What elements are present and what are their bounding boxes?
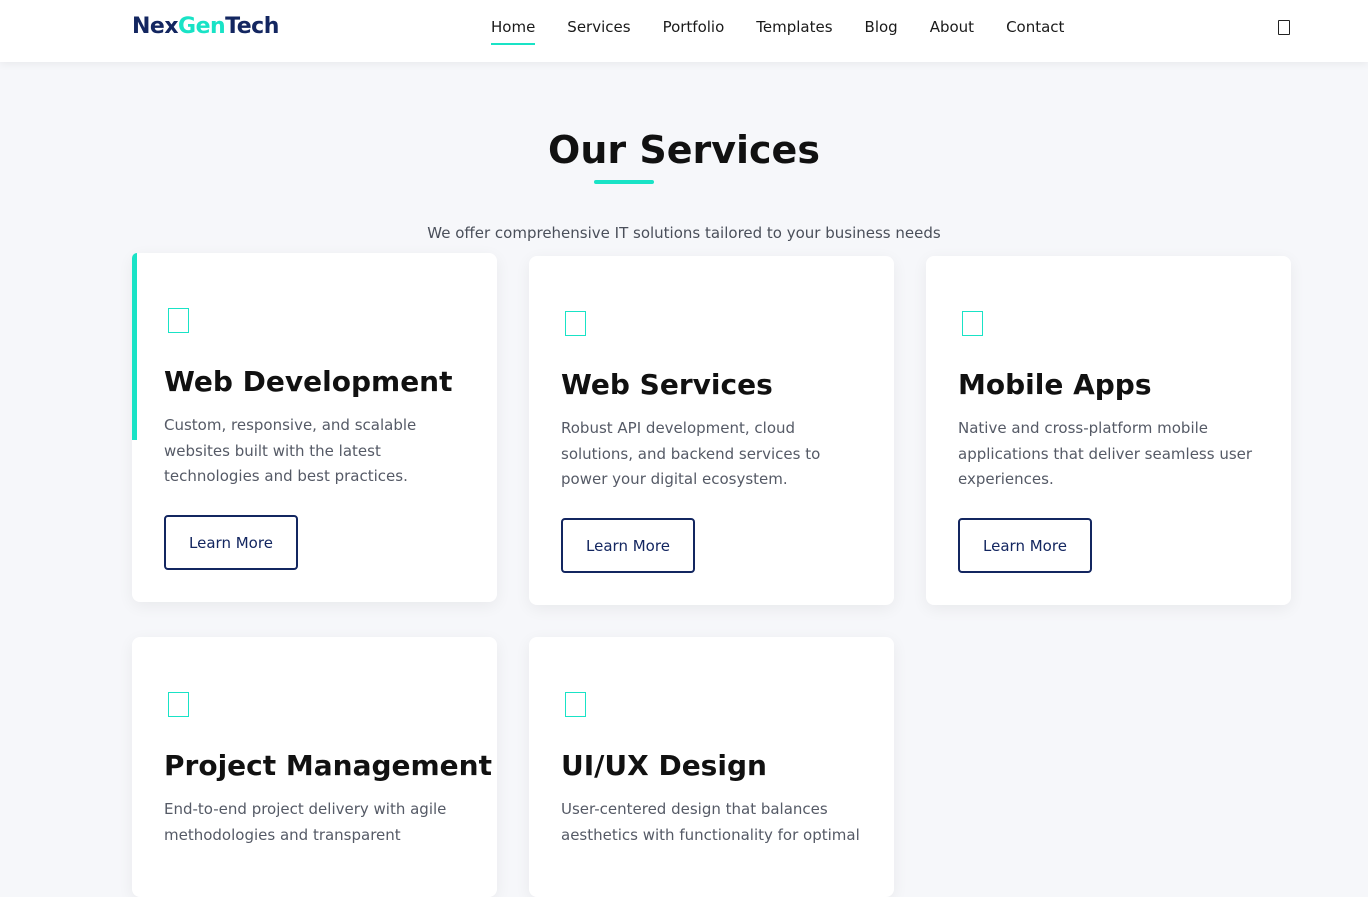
service-card-web-development: Web Development Custom, responsive, and … bbox=[132, 253, 497, 602]
brand-name-part2: Gen bbox=[178, 14, 226, 39]
card-title: Web Development bbox=[164, 365, 453, 398]
card-description: Robust API development, cloud solutions,… bbox=[561, 419, 821, 488]
section-subtitle: We offer comprehensive IT solutions tail… bbox=[427, 224, 941, 242]
main-nav: Home Services Portfolio Templates Blog A… bbox=[491, 18, 1096, 45]
learn-more-button[interactable]: Learn More bbox=[164, 515, 298, 570]
service-card-ui-ux-design: UI/UX Design User-centered design that b… bbox=[529, 637, 894, 897]
nav-link-templates[interactable]: Templates bbox=[756, 18, 832, 42]
learn-more-button[interactable]: Learn More bbox=[958, 518, 1092, 573]
service-card-web-services: Web Services Robust API development, clo… bbox=[529, 256, 894, 605]
card-title: Project Management bbox=[164, 749, 492, 782]
nav-link-portfolio[interactable]: Portfolio bbox=[663, 18, 725, 42]
nav-link-home[interactable]: Home bbox=[491, 18, 536, 45]
site-header: NexGenTech Home Services Portfolio Templ… bbox=[0, 0, 1368, 62]
learn-more-button[interactable]: Learn More bbox=[561, 518, 695, 573]
card-title: UI/UX Design bbox=[561, 749, 767, 782]
service-icon bbox=[168, 308, 189, 333]
service-card-project-management: Project Management End-to-end project de… bbox=[132, 637, 497, 897]
service-icon bbox=[962, 311, 983, 336]
section-title: Our Services bbox=[548, 128, 820, 172]
title-underline bbox=[594, 180, 654, 184]
nav-link-blog[interactable]: Blog bbox=[865, 18, 898, 42]
card-description: End-to-end project delivery with agile m… bbox=[164, 800, 447, 844]
service-card-mobile-apps: Mobile Apps Native and cross-platform mo… bbox=[926, 256, 1291, 605]
service-icon bbox=[168, 692, 189, 717]
brand-logo[interactable]: NexGenTech bbox=[132, 14, 279, 39]
nav-link-about[interactable]: About bbox=[930, 18, 974, 42]
nav-link-contact[interactable]: Contact bbox=[1006, 18, 1064, 42]
service-icon bbox=[565, 311, 586, 336]
card-title: Mobile Apps bbox=[958, 368, 1152, 401]
service-icon bbox=[565, 692, 586, 717]
card-title: Web Services bbox=[561, 368, 773, 401]
card-description: Native and cross-platform mobile applica… bbox=[958, 419, 1253, 488]
brand-name-part1: Nex bbox=[132, 14, 179, 39]
nav-link-services[interactable]: Services bbox=[567, 18, 630, 42]
brand-name-part3: Tech bbox=[225, 14, 279, 39]
card-description: User-centered design that balances aesth… bbox=[561, 800, 860, 844]
card-description: Custom, responsive, and scalable website… bbox=[164, 416, 417, 485]
theme-toggle-icon[interactable] bbox=[1278, 20, 1290, 35]
